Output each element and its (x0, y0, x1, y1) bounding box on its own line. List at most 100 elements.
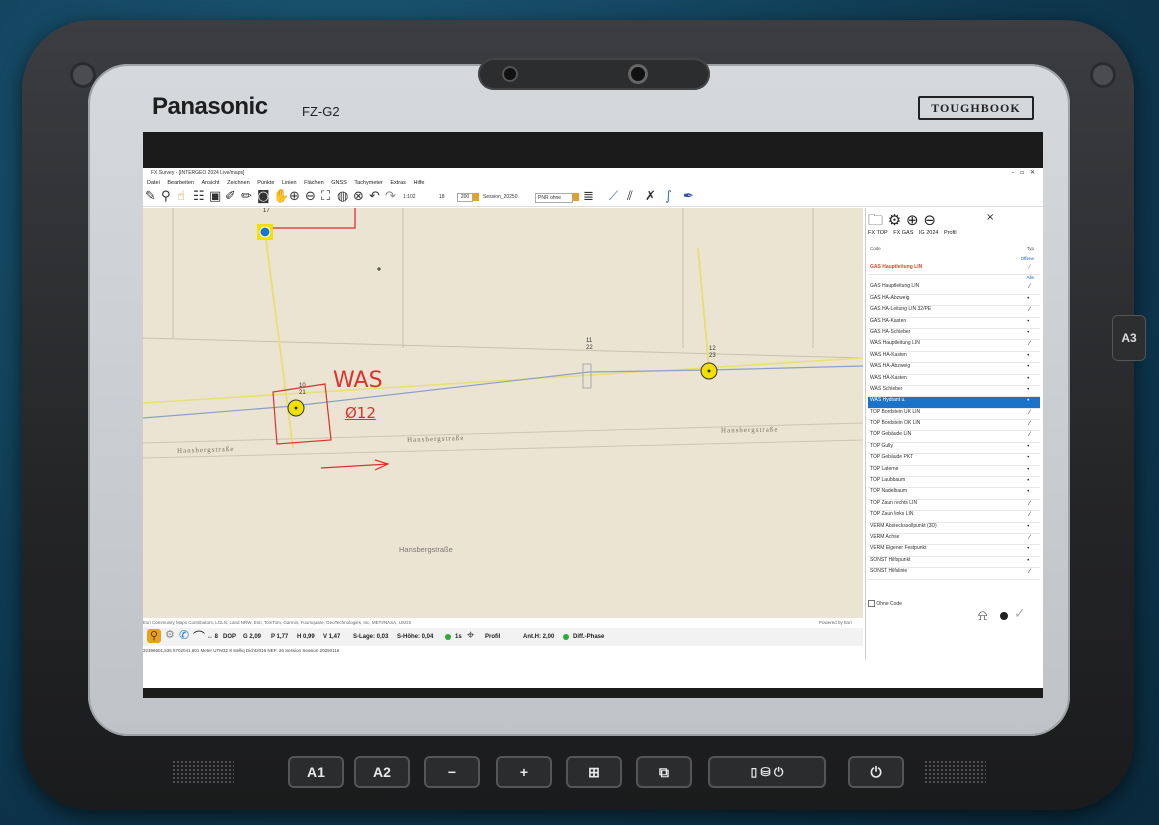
list-item[interactable]: GAS HA-Leitung LIN 32/PE ⁄ (868, 306, 1040, 318)
list-item[interactable]: GAS HA-Kasten • (868, 318, 1040, 329)
pen-icon[interactable]: ✐ (225, 190, 236, 204)
gnss-antenna-icon[interactable]: ⍾ (978, 608, 987, 624)
zoom-out-icon[interactable]: ⊖ (305, 190, 316, 204)
menu-zeichnen[interactable]: Zeichnen (227, 180, 250, 186)
hw-button-minus[interactable]: − (424, 756, 480, 788)
redo-icon[interactable]: ↷ (385, 190, 396, 204)
list-item[interactable]: TOP Laubbaum • (868, 477, 1040, 489)
menu-bearbeiten[interactable]: Bearbeiten (167, 180, 194, 186)
measure-icon[interactable]: ✏ (241, 190, 252, 204)
type-icon: • (1026, 465, 1030, 473)
menu-ansicht[interactable]: Ansicht (202, 180, 220, 186)
draw-line-icon[interactable]: ⟋ (609, 190, 618, 204)
menu-flaechen[interactable]: Flächen (304, 180, 324, 186)
list-item[interactable]: SONST Hilfspunkt • (868, 556, 1040, 569)
confirm-check-icon[interactable]: ✓ (1014, 606, 1026, 622)
list-item[interactable]: GAS Hauptleitung LIN ⁄ (868, 283, 1040, 295)
gnss-icon[interactable]: ⚲ (161, 190, 171, 204)
list-item[interactable]: WAS Schieber • (868, 386, 1040, 398)
remove-icon[interactable]: ⊖ (923, 211, 936, 229)
list-item[interactable]: TOP Bordstein OK LIN ⁄ (868, 420, 1040, 432)
list-item[interactable]: VERM Absteckssollpunkt (3D) • (868, 523, 1040, 534)
edit-icon[interactable]: ✎ (145, 190, 156, 204)
list-item[interactable]: TOP Nadelbaum • (868, 488, 1040, 500)
camera-icon[interactable]: ◙ (257, 190, 270, 204)
menu-datei[interactable]: Datei (147, 180, 160, 186)
mode-select[interactable]: PNR ohne (535, 193, 573, 203)
save-icon[interactable]: ▣ (209, 190, 221, 204)
menu-linien[interactable]: Linien (282, 180, 297, 186)
window-controls[interactable]: – ▫ ✕ (1011, 168, 1035, 178)
satellite-icon[interactable]: ⚲ (147, 629, 161, 643)
list-item[interactable]: WAS Hauptleitung LIN ⁄ (868, 340, 1040, 352)
list-item[interactable]: GAS HA-Schieber • (868, 329, 1040, 341)
phase-status-icon (563, 634, 569, 640)
panel-close-icon[interactable]: × (986, 212, 994, 223)
map-view[interactable]: 17 10 21 11 22 12 23 WAS Ø12 Hansbergstr… (143, 208, 863, 618)
target-icon[interactable]: ⌖ (467, 628, 474, 643)
curve-icon[interactable]: ∫ (665, 190, 672, 204)
hw-button-plus[interactable]: + (496, 756, 552, 788)
pan-icon[interactable]: ✋ (273, 190, 289, 204)
type-icon: • (1026, 522, 1030, 530)
list-item-label: SONST Hilfspunkt (870, 556, 911, 563)
list-item[interactable]: WAS HA-Kasten • (868, 375, 1040, 386)
split-line-icon[interactable]: ⫽ (627, 190, 633, 204)
ohne-code-checkbox[interactable]: Ohne Code (868, 600, 902, 607)
tab-ig-2024[interactable]: IG 2024 (919, 230, 939, 236)
record-icon[interactable] (1000, 612, 1008, 620)
tab-fx-top[interactable]: FX TOP (868, 230, 888, 236)
toolbar: ✎ ⚲ ☝ ☷ ▣ ✐ ✏ ◙ ✋ ⊕ ⊖ ⛶ ◍ ⊗ ↶ ↷ 1:102 18… (143, 188, 1043, 207)
list-item[interactable]: VERM Eigener Festpunkt • (868, 545, 1040, 557)
list-item[interactable]: TOP Zaun rechts LIN ⁄ (868, 500, 1040, 512)
tab-profil[interactable]: Profil (944, 230, 957, 236)
phone-icon[interactable]: ✆ (179, 628, 189, 642)
menu-punkte[interactable]: Punkte (257, 180, 274, 186)
list-item[interactable]: TOP Laterne • (868, 465, 1040, 478)
dropdown-icon[interactable] (573, 193, 579, 201)
brush-icon[interactable]: ✒ (683, 190, 694, 204)
settings-icon[interactable]: ⚙ (165, 628, 175, 641)
list-icon[interactable]: ☷ (193, 190, 205, 204)
globe-icon[interactable]: ◍ (337, 190, 348, 204)
menu-gnss[interactable]: GNSS (331, 180, 347, 186)
hw-button-windows[interactable]: ⊞ (566, 756, 622, 788)
list-item[interactable]: TOP Gebäude LIN ⁄ (868, 431, 1040, 443)
undo-icon[interactable]: ↶ (369, 190, 380, 204)
list-item[interactable]: WAS HA-Abzweig • (868, 363, 1040, 375)
list-item[interactable]: GAS HA-Abzweig • (868, 295, 1040, 307)
zoom-in-icon[interactable]: ⊕ (289, 190, 300, 204)
list-item[interactable]: TOP Bordstein UK LIN ⁄ (868, 409, 1040, 421)
gear-icon[interactable]: ⚙ (888, 211, 901, 229)
list-item[interactable]: WAS HA-Kasten • (868, 352, 1040, 364)
add-icon[interactable]: ⊕ (906, 211, 919, 229)
menu-hilfe[interactable]: Hilfe (413, 180, 424, 186)
pointer-icon[interactable]: ☝ (177, 190, 185, 204)
folder-icon[interactable]: 🗀 (868, 211, 883, 229)
hw-button-power[interactable]: ⏻ (848, 756, 904, 788)
list-item[interactable]: TOP Zaun links LIN ⁄ (868, 511, 1040, 523)
hw-button-rotate[interactable]: ⧉ (636, 756, 692, 788)
hw-button-a2[interactable]: A2 (354, 756, 410, 788)
field-1[interactable]: 18 (439, 194, 445, 200)
hw-button-a1[interactable]: A1 (288, 756, 344, 788)
list-item[interactable]: WAS Hydrant u. • (868, 397, 1040, 409)
list-item[interactable]: TOP Gully • (868, 443, 1040, 455)
field-2[interactable]: 200 (457, 193, 473, 202)
session-field[interactable]: Session_20250 (483, 194, 517, 200)
list-item[interactable]: TOP Gebäude PKT • (868, 454, 1040, 466)
menu-tachymeter[interactable]: Tachymeter (354, 180, 382, 186)
list-item[interactable]: GAS Hauptleitung LIN ⁄ (868, 264, 1040, 276)
tab-fx-gas[interactable]: FX GAS (893, 230, 913, 236)
side-key-a3[interactable]: A3 (1112, 315, 1146, 361)
dropdown-icon[interactable] (473, 193, 479, 201)
list-item[interactable]: SONST Hilfslinie ⁄ (868, 568, 1040, 580)
list-item[interactable]: VERM Achse ⁄ (868, 534, 1040, 546)
menu-extras[interactable]: Extras (390, 180, 406, 186)
delete-line-icon[interactable]: ✗ (645, 190, 656, 204)
lines-icon[interactable]: ≣ (583, 190, 594, 204)
zoom-window-icon[interactable]: ⊗ (353, 190, 364, 204)
profil-label[interactable]: Profil (485, 628, 500, 646)
zoom-extent-icon[interactable]: ⛶ (321, 190, 330, 204)
checkbox-icon[interactable] (868, 600, 875, 607)
